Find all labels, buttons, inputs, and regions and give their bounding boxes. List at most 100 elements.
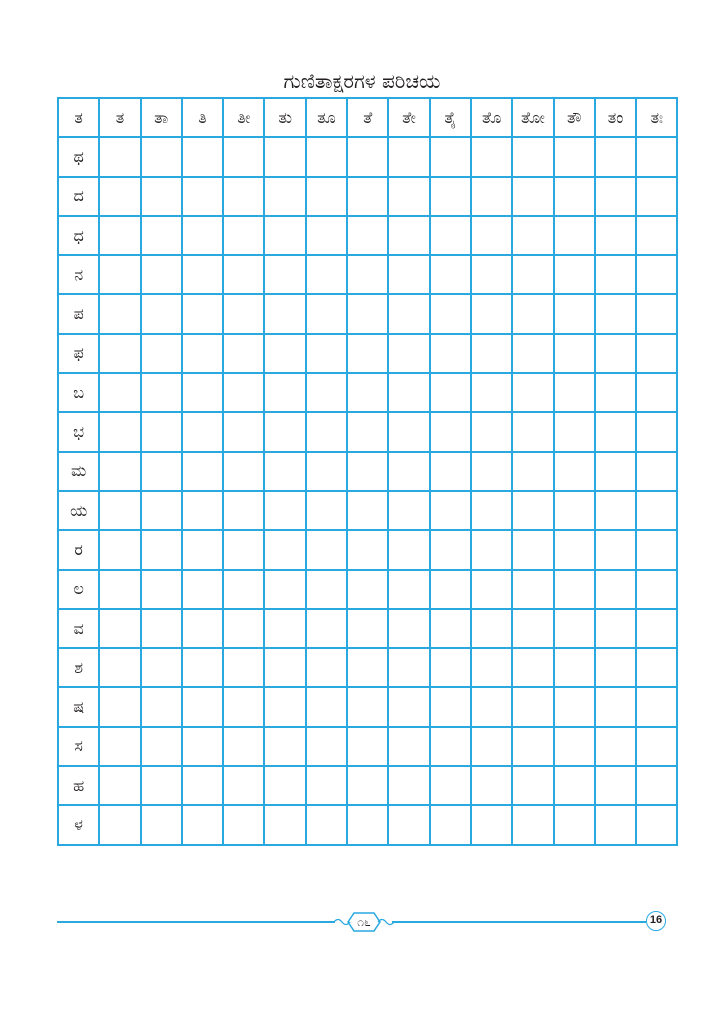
practice-cell xyxy=(387,450,431,492)
practice-cell xyxy=(346,175,390,217)
practice-cell xyxy=(263,372,307,414)
practice-cell xyxy=(469,254,514,296)
practice-cell xyxy=(387,175,431,217)
practice-cell xyxy=(222,214,266,257)
practice-cell xyxy=(593,411,638,453)
practice-cell xyxy=(139,804,183,846)
practice-cell xyxy=(387,411,431,453)
practice-cell xyxy=(387,725,431,768)
practice-cell xyxy=(428,293,472,335)
practice-cell xyxy=(304,647,349,689)
practice-cell xyxy=(387,214,431,257)
practice-cell xyxy=(511,725,555,768)
practice-cell xyxy=(222,175,266,217)
practice-cell xyxy=(552,136,596,178)
practice-cell xyxy=(552,725,596,768)
table-row: ಷ xyxy=(56,686,679,728)
practice-cell xyxy=(635,293,679,335)
practice-cell xyxy=(180,411,225,453)
practice-cell xyxy=(469,214,514,257)
practice-cell xyxy=(593,254,638,296)
practice-cell xyxy=(387,686,431,728)
table-row: ಥ xyxy=(56,136,679,178)
practice-cell xyxy=(139,293,183,335)
practice-cell xyxy=(552,804,596,846)
practice-cell xyxy=(263,214,307,257)
practice-cell xyxy=(469,372,514,414)
practice-cell xyxy=(635,411,679,453)
row-letter-cell: ರ xyxy=(56,529,101,571)
practice-cell xyxy=(139,372,183,414)
practice-cell xyxy=(552,450,596,492)
practice-cell xyxy=(98,568,142,610)
table-row: ಹ xyxy=(56,765,679,807)
practice-cell xyxy=(387,372,431,414)
practice-cell xyxy=(593,568,638,610)
practice-cell xyxy=(346,647,390,689)
table-row: ದ xyxy=(56,175,679,217)
practice-cell xyxy=(511,372,555,414)
practice-cell xyxy=(511,450,555,492)
practice-cell xyxy=(387,529,431,571)
table-row: ಶ xyxy=(56,647,679,689)
practice-cell xyxy=(263,136,307,178)
practice-cell xyxy=(593,136,638,178)
practice-cell xyxy=(428,568,472,610)
practice-cell xyxy=(139,254,183,296)
header-cell: ತಃ xyxy=(635,96,679,139)
practice-cell xyxy=(98,175,142,217)
practice-cell xyxy=(180,647,225,689)
practice-cell xyxy=(139,214,183,257)
practice-cell xyxy=(346,136,390,178)
practice-cell xyxy=(428,214,472,257)
row-letter-cell: ಬ xyxy=(56,372,101,414)
practice-cell xyxy=(222,529,266,571)
practice-cell xyxy=(387,804,431,846)
practice-cell xyxy=(304,372,349,414)
row-letter-cell: ಫ xyxy=(56,332,101,375)
practice-cell xyxy=(222,136,266,178)
page-number-badge: 16 xyxy=(646,911,666,931)
header-cell: ತೂ xyxy=(304,96,349,139)
practice-cell xyxy=(428,411,472,453)
practice-cell xyxy=(222,686,266,728)
practice-cell xyxy=(428,175,472,217)
row-letter-cell: ಧ xyxy=(56,214,101,257)
practice-cell xyxy=(593,804,638,846)
practice-cell xyxy=(263,647,307,689)
header-cell: ತು xyxy=(263,96,307,139)
practice-cell xyxy=(469,332,514,375)
practice-cell xyxy=(263,607,307,650)
table-row: ಧ xyxy=(56,214,679,257)
practice-cell xyxy=(98,254,142,296)
practice-cell xyxy=(263,686,307,728)
practice-cell xyxy=(428,372,472,414)
practice-cell xyxy=(635,372,679,414)
row-letter-cell: ಥ xyxy=(56,136,101,178)
practice-cell xyxy=(304,725,349,768)
practice-cell xyxy=(98,293,142,335)
practice-cell xyxy=(593,765,638,807)
practice-cell xyxy=(222,568,266,610)
practice-cell xyxy=(511,411,555,453)
practice-cell xyxy=(593,214,638,257)
header-cell: ತೌ xyxy=(552,96,596,139)
practice-cell xyxy=(593,450,638,492)
practice-cell xyxy=(263,568,307,610)
practice-cell xyxy=(387,647,431,689)
practice-cell xyxy=(511,489,555,532)
practice-cell xyxy=(139,332,183,375)
practice-cell xyxy=(635,214,679,257)
table-row: ನ xyxy=(56,254,679,296)
practice-cell xyxy=(263,804,307,846)
practice-cell xyxy=(180,332,225,375)
practice-cell xyxy=(428,332,472,375)
table-row: ಬ xyxy=(56,372,679,414)
practice-cell xyxy=(222,725,266,768)
practice-cell xyxy=(428,254,472,296)
practice-cell xyxy=(428,529,472,571)
row-letter-cell: ಭ xyxy=(56,411,101,453)
grid-header-row: ತ ತ ತಾ ತಿ ತೀ ತು ತೂ ತೆ ತೇ ತೈ ತೊ ತೋ ತೌ ತಂ ತಃ xyxy=(56,96,679,139)
practice-cell xyxy=(263,450,307,492)
practice-cell xyxy=(180,489,225,532)
